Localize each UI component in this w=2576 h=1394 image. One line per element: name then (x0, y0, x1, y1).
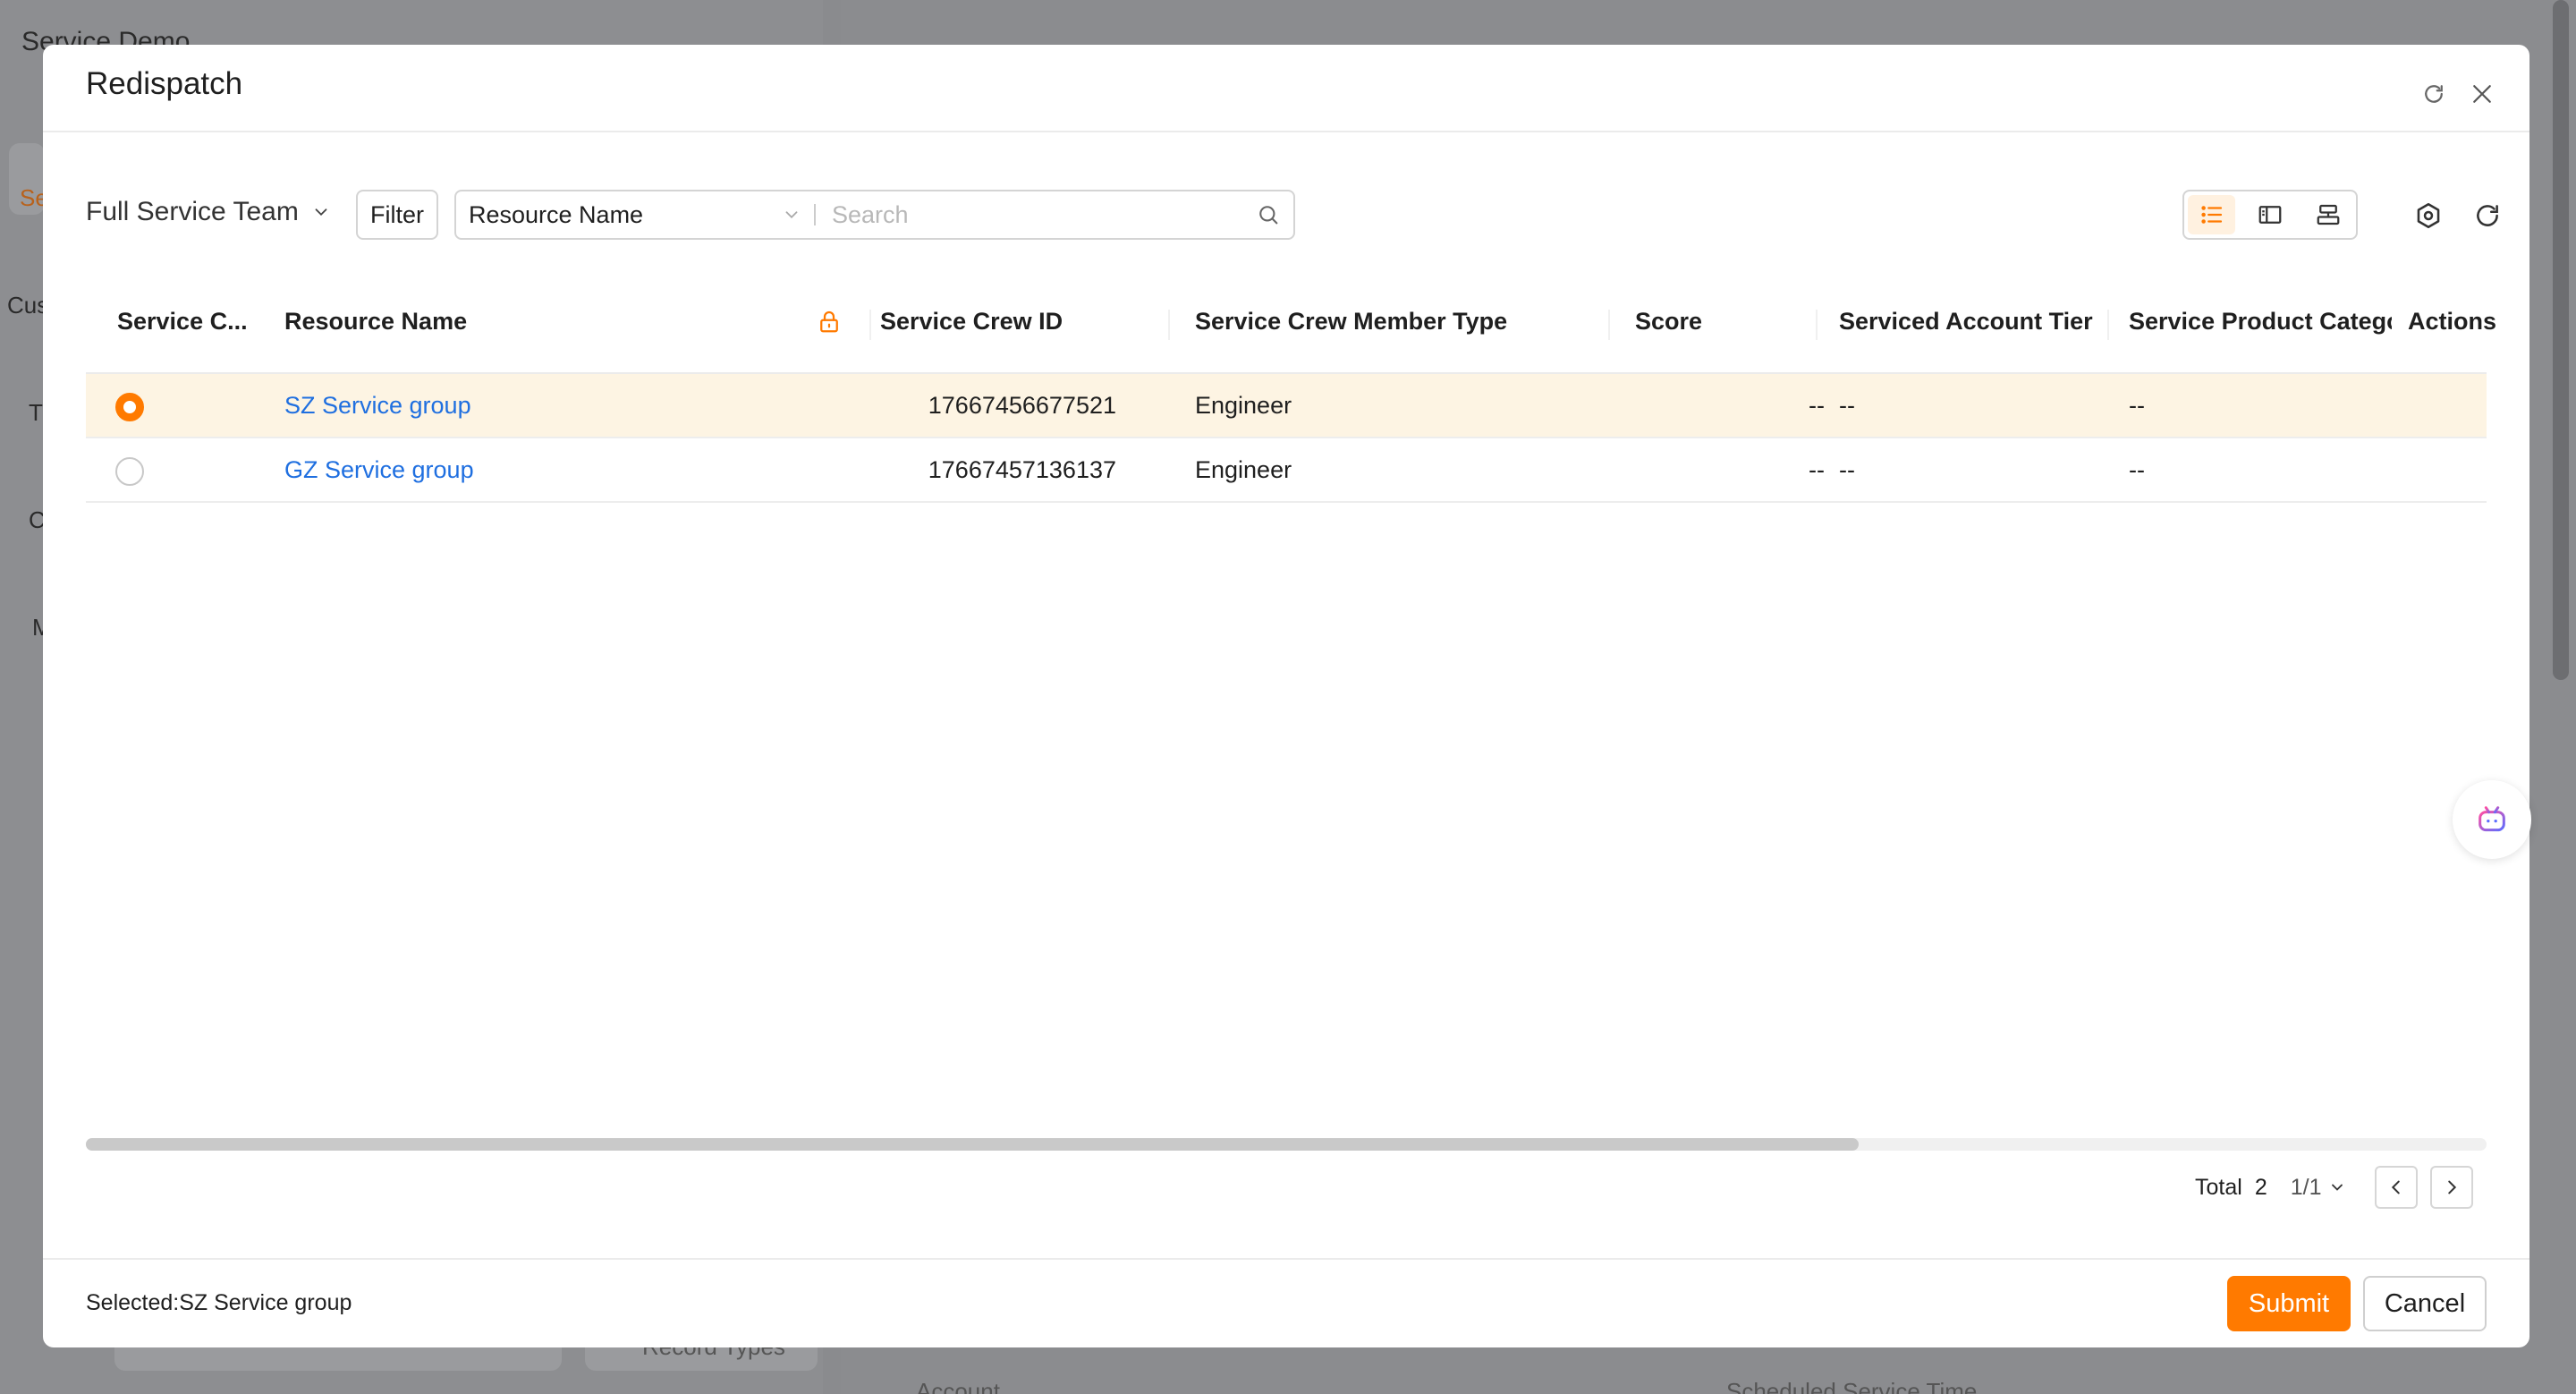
list-view-icon (2201, 206, 2222, 224)
column-divider (1168, 310, 1170, 340)
resource-name-link[interactable]: SZ Service group (284, 392, 471, 420)
column-header[interactable]: Service Product Catego (2129, 308, 2392, 336)
resource-table: Service C... Resource Name Service Crew … (86, 279, 2496, 503)
chevron-down-icon (785, 211, 798, 219)
split-view-button[interactable] (2246, 195, 2293, 234)
page-indicator: 1/1 (2290, 1174, 2322, 1200)
board-view-button[interactable] (2305, 195, 2352, 234)
column-divider (1608, 310, 1610, 340)
bot-icon (2479, 806, 2505, 832)
scrollbar-thumb[interactable] (86, 1138, 1859, 1151)
account-tier-cell: -- (1839, 392, 1855, 419)
search-group: Resource Name (454, 190, 1295, 240)
chevron-left-icon (2392, 1180, 2401, 1194)
team-select-label: Full Service Team (86, 197, 299, 226)
chevron-right-icon (2448, 1180, 2457, 1194)
column-header[interactable]: Resource Name (284, 308, 467, 336)
pagination-total-count: 2 (2254, 1174, 2267, 1200)
chevron-down-icon (315, 208, 327, 217)
assistant-bot-button[interactable] (2453, 780, 2531, 859)
column-header[interactable]: Serviced Account Tier (1839, 308, 2093, 336)
dialog-footer: Selected:SZ Service group Submit Cancel (43, 1258, 2529, 1347)
lock-icon[interactable] (816, 306, 843, 336)
page-select[interactable]: 1/1 (2291, 1175, 2347, 1201)
product-category-cell: -- (2129, 392, 2145, 419)
submit-button[interactable]: Submit (2227, 1276, 2351, 1331)
column-divider (1816, 310, 1818, 340)
search-divider (814, 204, 816, 225)
refresh-icon[interactable] (2420, 81, 2447, 107)
background-fragment: T (29, 399, 43, 426)
member-type-cell: Engineer (1195, 392, 1292, 419)
dialog-title: Redispatch (86, 66, 243, 101)
column-header[interactable]: Service Crew Member Type (1195, 308, 1507, 336)
page-scrollbar[interactable] (2553, 0, 2569, 680)
column-divider (2107, 310, 2109, 340)
resource-name-link[interactable]: GZ Service group (284, 456, 474, 484)
column-header[interactable]: Service C... (117, 308, 251, 336)
member-type-cell: Engineer (1195, 456, 1292, 483)
board-view-icon (2317, 204, 2340, 225)
next-page-button[interactable] (2430, 1166, 2474, 1209)
view-switcher (2182, 190, 2358, 240)
background-fragment: Scheduled Service Time (1726, 1378, 1978, 1394)
close-icon[interactable] (2469, 81, 2496, 107)
horizontal-scrollbar[interactable] (86, 1138, 2487, 1151)
team-select[interactable]: Full Service Team (86, 197, 331, 227)
prev-page-button[interactable] (2375, 1166, 2419, 1209)
dialog-toolbar: Full Service Team Filter Resource Name (43, 188, 2529, 242)
pagination-total-label: Total (2195, 1174, 2242, 1200)
table-row[interactable]: SZ Service group 17667456677521 Engineer… (86, 374, 2487, 438)
column-header[interactable]: Score (1635, 308, 1702, 336)
settings-icon[interactable] (2413, 200, 2444, 231)
table-row[interactable]: GZ Service group 17667457136137 Engineer… (86, 438, 2487, 503)
score-cell: -- (1809, 456, 1825, 483)
reload-icon[interactable] (2472, 200, 2503, 231)
product-category-cell: -- (2129, 456, 2145, 483)
search-icon[interactable] (1256, 202, 1281, 227)
row-radio[interactable] (115, 393, 144, 421)
chevron-down-icon (2332, 1184, 2343, 1191)
search-field-label: Resource Name (469, 200, 644, 228)
crew-id-cell: 17667456677521 (928, 392, 1116, 419)
filter-button[interactable]: Filter (356, 190, 438, 240)
row-radio[interactable] (115, 457, 144, 486)
background-fragment: Account (916, 1378, 1000, 1394)
crew-id-cell: 17667457136137 (928, 456, 1116, 483)
account-tier-cell: -- (1839, 456, 1855, 483)
selected-summary: Selected:SZ Service group (86, 1290, 352, 1315)
cancel-button[interactable]: Cancel (2363, 1276, 2487, 1331)
table-header: Service C... Resource Name Service Crew … (86, 279, 2496, 374)
pagination: Total 2 1/1 (2195, 1165, 2474, 1210)
redispatch-dialog: Redispatch Full Service Team Filter Reso… (43, 45, 2529, 1347)
column-divider (869, 310, 871, 340)
column-header[interactable]: Service Crew ID (880, 308, 1063, 336)
score-cell: -- (1809, 392, 1825, 419)
list-view-button[interactable] (2188, 195, 2236, 234)
split-view-icon (2258, 206, 2282, 224)
search-input[interactable] (832, 191, 1256, 238)
search-field-select[interactable]: Resource Name (456, 191, 814, 238)
column-header[interactable]: Actions (2408, 308, 2496, 336)
dialog-header: Redispatch (43, 45, 2529, 132)
